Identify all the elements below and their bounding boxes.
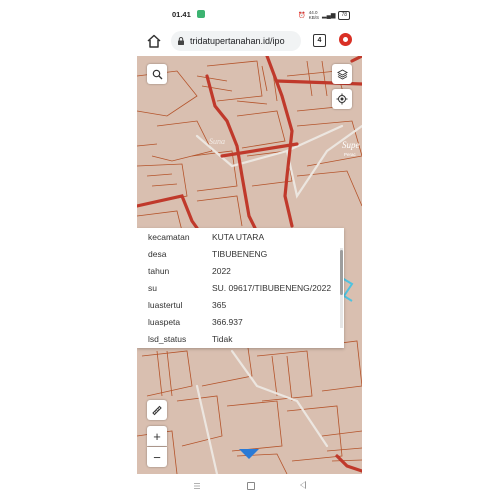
info-row: lsd_status Tidak — [148, 331, 338, 348]
info-row: su SU. 09617/TIBUBENENG/2022 — [148, 280, 338, 297]
search-icon — [152, 69, 162, 79]
info-value: 365 — [212, 300, 227, 310]
info-row: kecamatan KUTA UTARA — [148, 229, 338, 246]
info-value: 366.937 — [212, 317, 243, 327]
home-button[interactable] — [146, 33, 162, 49]
network-speed: 44.0 KB/S — [308, 10, 319, 20]
map-place-sublabel: Perac — [344, 152, 357, 157]
system-nav-bar — [137, 474, 362, 500]
info-row: tahun 2022 — [148, 263, 338, 280]
status-time: 01.41 — [172, 10, 191, 19]
parcel-info-panel: kecamatan KUTA UTARA desa TIBUBENENG tah… — [137, 228, 344, 348]
info-key: luaspeta — [148, 317, 181, 327]
locate-button[interactable] — [332, 89, 352, 109]
menu-button[interactable] — [339, 33, 352, 46]
layers-button[interactable] — [332, 64, 352, 84]
info-key: tahun — [148, 266, 170, 276]
info-key: luastertul — [148, 300, 183, 310]
info-value: KUTA UTARA — [212, 232, 265, 242]
back-button[interactable] — [300, 481, 306, 489]
lock-icon — [178, 37, 184, 45]
expand-icon[interactable] — [239, 449, 259, 459]
url-text: tridatupertanahan.id/ipo — [190, 36, 285, 46]
info-value: Tidak — [212, 334, 233, 344]
zoom-in-button[interactable]: + — [147, 426, 167, 446]
tabs-button[interactable]: 4 — [313, 34, 326, 47]
status-bar: 01.41 ⏰ 44.0 KB/S ▂▄▆ 78 — [137, 0, 362, 28]
info-scrollbar[interactable] — [340, 250, 343, 295]
search-button[interactable] — [147, 64, 167, 84]
browser-toolbar: tridatupertanahan.id/ipo 4 — [137, 28, 362, 56]
info-key: kecamatan — [148, 232, 190, 242]
layers-icon — [336, 68, 348, 80]
map-view[interactable]: Suna Supe Perac kecamatan KUTA UTARA des… — [137, 56, 362, 474]
info-key: su — [148, 283, 157, 293]
notification-icon — [197, 10, 205, 18]
status-indicators: ⏰ 44.0 KB/S ▂▄▆ 78 — [298, 10, 350, 20]
battery-indicator: 78 — [338, 10, 350, 20]
map-place-label-2: Supe — [342, 140, 360, 150]
home-icon — [147, 34, 161, 48]
recents-button[interactable] — [193, 482, 201, 490]
info-value: SU. 09617/TIBUBENENG/2022 — [212, 283, 332, 293]
info-key: lsd_status — [148, 334, 187, 344]
measure-button[interactable] — [147, 400, 167, 420]
measure-icon — [152, 405, 162, 416]
alarm-icon: ⏰ — [298, 12, 306, 19]
info-row: luastertul 365 — [148, 297, 338, 314]
locate-icon — [336, 93, 348, 105]
address-bar[interactable]: tridatupertanahan.id/ipo — [171, 31, 301, 51]
zoom-in-label: + — [153, 428, 161, 444]
info-key: desa — [148, 249, 167, 259]
zoom-out-button[interactable]: − — [147, 447, 167, 467]
phone-screen: 01.41 ⏰ 44.0 KB/S ▂▄▆ 78 tridatupertanah… — [137, 0, 362, 500]
info-value: 2022 — [212, 266, 231, 276]
info-row: desa TIBUBENENG — [148, 246, 338, 263]
map-place-label: Suna — [209, 137, 225, 146]
signal-icon: ▂▄▆ — [321, 12, 336, 19]
zoom-out-label: − — [153, 449, 161, 465]
info-row: luaspeta 366.937 — [148, 314, 338, 331]
info-value: TIBUBENENG — [212, 249, 268, 259]
home-nav-button[interactable] — [247, 482, 255, 490]
